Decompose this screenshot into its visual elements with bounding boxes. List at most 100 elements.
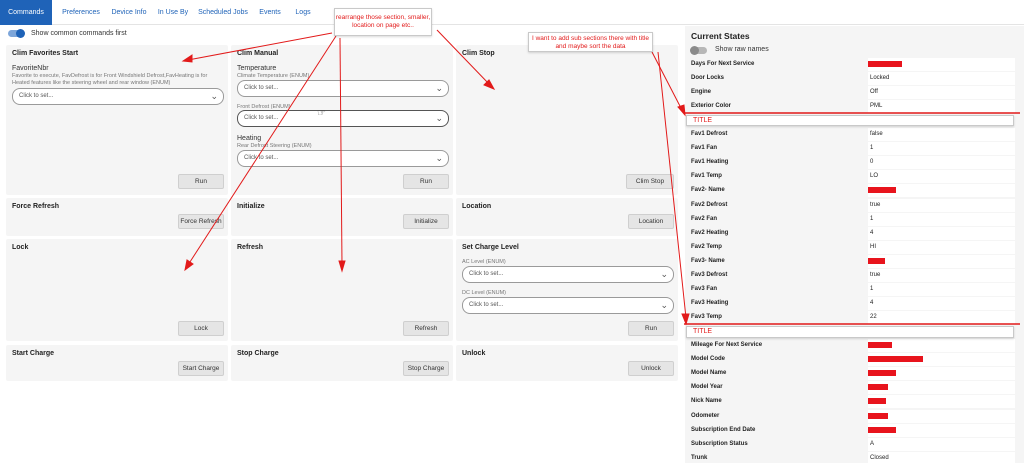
unlock-button[interactable]: Unlock (628, 361, 674, 376)
state-row: Fav3 Defrost true (685, 269, 1024, 283)
card-set-charge-level: Set Charge Level AC Level (ENUM) Click t… (456, 239, 678, 341)
run-button[interactable]: Run (403, 174, 449, 189)
state-name: Fav2 Defrost (691, 201, 728, 208)
state-name: Fav1 Heating (691, 159, 729, 166)
state-name: Mileage For Next Service (691, 342, 763, 348)
heating-select[interactable]: Click to set... ⌄ (237, 150, 449, 167)
tab-in-use-by[interactable]: In Use By (154, 0, 192, 25)
state-value: 1 (868, 283, 1015, 297)
tab-device-info[interactable]: Device Info (108, 0, 150, 25)
run-button[interactable]: Run (178, 174, 224, 189)
select-placeholder: Click to set... (244, 115, 279, 121)
heating-hint: Rear Defrost Steering (ENUM) (237, 143, 312, 149)
card-initialize: Initialize Initialize (231, 198, 453, 236)
state-value (868, 395, 1015, 409)
card-unlock: Unlock Unlock (456, 345, 678, 381)
initialize-button[interactable]: Initialize (403, 214, 449, 229)
state-value: true (868, 269, 1015, 282)
state-row: Fav1 Defrost false (685, 128, 1024, 142)
location-button[interactable]: Location (628, 214, 674, 229)
force-refresh-button[interactable]: Force Refresh (178, 214, 224, 229)
state-name: Engine (691, 89, 712, 96)
tab-events[interactable]: Events (255, 0, 285, 25)
state-name: Subscription Status (691, 440, 748, 447)
card-force-refresh: Force Refresh Force Refresh (6, 198, 228, 236)
tab-scheduled-jobs[interactable]: Scheduled Jobs (196, 0, 250, 25)
card-title: Clim Stop (462, 50, 495, 57)
select-placeholder: Click to set... (244, 85, 279, 91)
stop-charge-button[interactable]: Stop Charge (403, 361, 449, 376)
chevron-down-icon: ⌄ (435, 83, 443, 93)
favorite-nbr-select[interactable]: Click to set... ⌄ (12, 88, 224, 105)
dc-level-hint: DC Level (ENUM) (462, 290, 507, 296)
card-location: Location Location (456, 198, 678, 236)
state-name: Fav3- Name (691, 257, 725, 264)
annotation-note-left: rearrange those section, smaller, locati… (334, 8, 432, 36)
state-value: 4 (868, 226, 1015, 240)
clim-stop-button[interactable]: Clim Stop (626, 174, 674, 189)
state-value: LO (868, 170, 1015, 184)
card-clim-favorites: Clim Favorites Start FavoriteNbr Favorit… (6, 45, 228, 195)
state-row: Engine Off (685, 86, 1024, 100)
redaction-mark (868, 370, 896, 377)
temperature-label: Temperature (237, 65, 277, 72)
redaction-mark (868, 356, 923, 363)
tab-commands[interactable]: Commands (0, 0, 52, 25)
state-row: Fav1 Temp LO (685, 170, 1024, 184)
raw-names-toggle[interactable] (690, 46, 707, 55)
state-name: Model Year (691, 384, 723, 391)
lock-button[interactable]: Lock (178, 321, 224, 336)
show-common-label: Show common commands first (31, 30, 127, 37)
redaction-mark (868, 61, 902, 67)
annotation-title-1-box: TITLE (686, 115, 1014, 126)
state-value: 1 (868, 142, 1015, 156)
favorite-nbr-label: FavoriteNbr (12, 65, 49, 72)
show-common-toggle[interactable] (8, 29, 25, 38)
tab-logs[interactable]: Logs (289, 0, 317, 25)
state-value: 0 (868, 156, 1015, 170)
state-row: Fav2 Heating 4 (685, 226, 1024, 241)
tab-preferences[interactable]: Preferences (56, 0, 106, 25)
raw-names-label: Show raw names (715, 46, 769, 53)
redaction-mark (868, 187, 896, 194)
redaction-mark (868, 342, 892, 348)
state-row: Fav2 Defrost true (685, 198, 1024, 213)
card-title: Clim Favorites Start (12, 50, 79, 57)
state-value: true (868, 198, 1015, 212)
toggle-knob (16, 29, 25, 38)
ac-level-select[interactable]: Click to set... ⌄ (462, 266, 674, 283)
state-value: false (868, 128, 1015, 141)
card-title: Initialize (237, 203, 265, 210)
state-value: 4 (868, 297, 1015, 311)
heating-label: Heating (237, 135, 262, 142)
dc-level-select[interactable]: Click to set... ⌄ (462, 297, 674, 314)
state-row: Model Year (685, 381, 1024, 395)
state-name: Fav3 Defrost (691, 272, 728, 278)
state-name: Fav3 Temp (691, 314, 722, 321)
chevron-down-icon: ⌄ (435, 153, 443, 163)
state-row: Fav2 Fan 1 (685, 212, 1024, 227)
temperature-hint: Climate Temperature (ENUM) (237, 73, 310, 79)
state-value: A (868, 437, 1015, 451)
state-value: 22 (868, 311, 1015, 325)
annotation-title-2-box: TITLE (686, 326, 1014, 338)
mouse-cursor-icon: ☞ (317, 108, 326, 119)
refresh-button[interactable]: Refresh (403, 321, 449, 336)
card-title: Start Charge (12, 350, 55, 357)
state-name: Model Code (691, 356, 725, 363)
state-value (868, 254, 1015, 268)
state-name: Fav1 Temp (691, 173, 722, 180)
state-name: Fav2- Name (691, 187, 725, 194)
state-name: Fav2 Temp (691, 243, 722, 250)
state-value: PML (868, 100, 1015, 114)
card-title: Clim Manual (237, 50, 279, 57)
run-button[interactable]: Run (628, 321, 674, 336)
front-defrost-select[interactable]: Click to set... ⌄ (237, 110, 449, 127)
start-charge-button[interactable]: Start Charge (178, 361, 224, 376)
ac-level-hint: AC Level (ENUM) (462, 259, 506, 265)
temperature-select[interactable]: Click to set... ⌄ (237, 80, 449, 97)
select-placeholder: Click to set... (244, 155, 279, 161)
chevron-down-icon: ⌄ (660, 300, 668, 310)
annotation-title-2: TITLE (693, 328, 713, 335)
select-placeholder: Click to set... (469, 271, 504, 277)
